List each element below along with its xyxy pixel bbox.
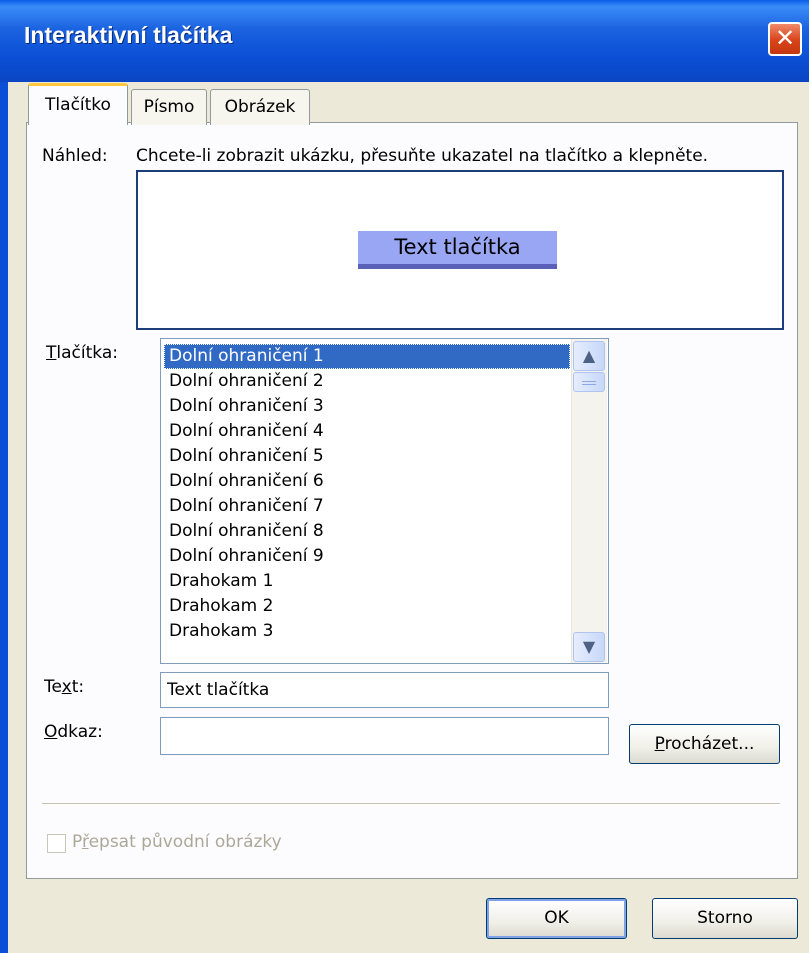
link-input[interactable] xyxy=(160,717,609,755)
separator xyxy=(42,803,780,805)
list-item[interactable]: Dolní ohraničení 4 xyxy=(164,419,570,444)
label-text: lačítka: xyxy=(56,343,118,363)
overwrite-checkbox-label: Přepsat původní obrázky xyxy=(72,832,282,852)
mnemonic: T xyxy=(46,343,57,363)
preview-button[interactable]: Text tlačítka xyxy=(358,231,557,269)
ok-button[interactable]: OK xyxy=(486,898,627,939)
chevron-up-icon: ▲ xyxy=(582,346,596,365)
mnemonic: P xyxy=(654,734,665,754)
list-item[interactable]: Drahokam 1 xyxy=(164,569,570,594)
text-input[interactable] xyxy=(160,672,609,708)
list-item[interactable]: Drahokam 3 xyxy=(164,619,570,644)
label-text: Te xyxy=(44,677,62,697)
scroll-down-button[interactable]: ▼ xyxy=(573,632,605,662)
mnemonic: ř xyxy=(81,832,89,852)
preview-label: Náhled: xyxy=(42,146,108,166)
label-text: t: xyxy=(71,677,85,697)
scroll-up-button[interactable]: ▲ xyxy=(573,341,605,371)
title-bar: Interaktivní tlačítka ✕ xyxy=(0,0,809,82)
list-item[interactable]: Dolní ohraničení 5 xyxy=(164,444,570,469)
tab-label: Tlačítko xyxy=(45,95,111,115)
label-text: dkaz: xyxy=(57,722,103,742)
window-frame-left xyxy=(0,82,8,953)
list-item[interactable]: Dolní ohraničení 6 xyxy=(164,469,570,494)
label-text: epsat původní obrázky xyxy=(88,832,282,852)
list-item[interactable]: Dolní ohraničení 2 xyxy=(164,369,570,394)
tab-tlacitko[interactable]: Tlačítko xyxy=(28,83,128,125)
buttons-list-label: Tlačítka: xyxy=(46,343,118,363)
button-label: rocházet... xyxy=(664,734,755,754)
list-item[interactable]: Dolní ohraničení 1 xyxy=(164,344,570,369)
list-item[interactable]: Drahokam 2 xyxy=(164,594,570,619)
mnemonic: x xyxy=(61,677,72,697)
overwrite-checkbox[interactable] xyxy=(47,834,66,853)
scroll-thumb[interactable] xyxy=(573,372,605,392)
list-item[interactable]: Dolní ohraničení 9 xyxy=(164,544,570,569)
close-button[interactable]: ✕ xyxy=(768,22,802,56)
tab-obrazek[interactable]: Obrázek xyxy=(210,89,310,125)
chevron-down-icon: ▼ xyxy=(582,637,596,656)
window-title: Interaktivní tlačítka xyxy=(24,22,233,48)
cancel-button[interactable]: Storno xyxy=(652,898,798,939)
preview-hint: Chcete-li zobrazit ukázku, přesuňte ukaz… xyxy=(136,146,709,166)
mnemonic: O xyxy=(44,722,58,742)
list-item[interactable]: Dolní ohraničení 7 xyxy=(164,494,570,519)
browse-button[interactable]: Procházet... xyxy=(629,724,780,764)
list-item[interactable]: Dolní ohraničení 8 xyxy=(164,519,570,544)
list-item[interactable]: Dolní ohraničení 3 xyxy=(164,394,570,419)
buttons-listbox[interactable]: Dolní ohraničení 1 Dolní ohraničení 2 Do… xyxy=(160,338,609,664)
link-field-label: Odkaz: xyxy=(44,722,103,742)
tab-label: Písmo xyxy=(143,97,195,117)
text-field-label: Text: xyxy=(44,677,84,697)
tab-label: Obrázek xyxy=(224,97,296,117)
tab-pismo[interactable]: Písmo xyxy=(131,89,207,125)
label-text: P xyxy=(72,832,82,852)
close-icon: ✕ xyxy=(774,24,796,52)
